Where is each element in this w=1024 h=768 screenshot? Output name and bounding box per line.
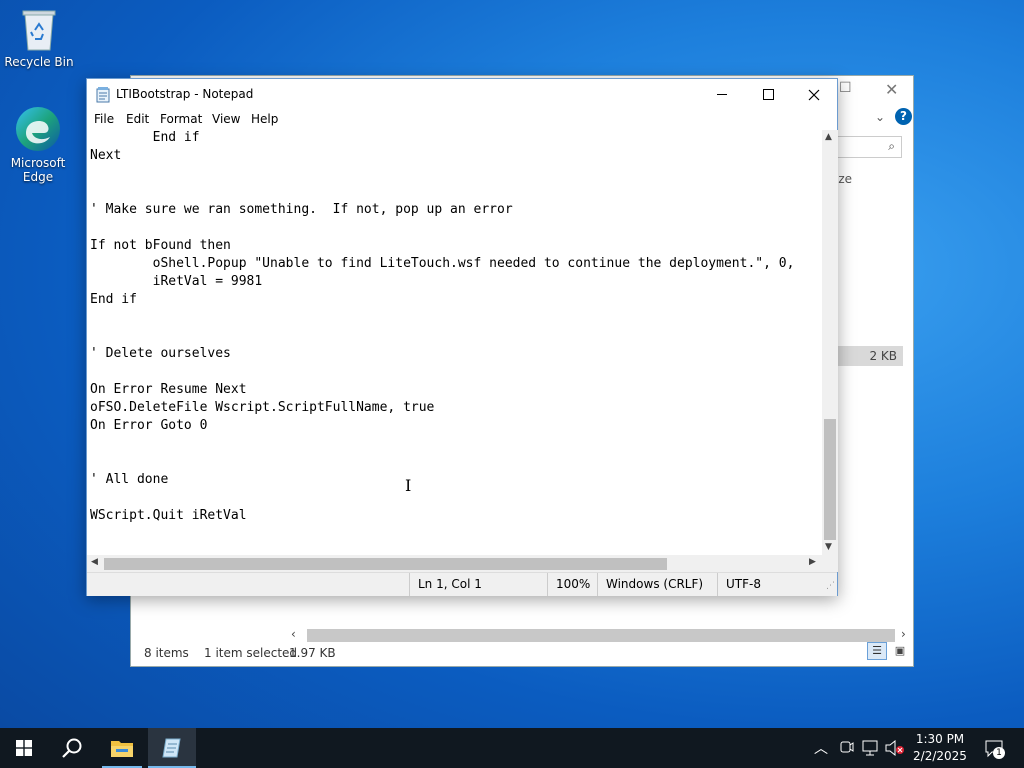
search-icon: ⌕ [888, 139, 895, 153]
vertical-scroll-thumb[interactable] [824, 419, 836, 540]
notification-icon[interactable]: 1 [984, 738, 1005, 762]
title-bar[interactable]: LTIBootstrap - Notepad [87, 79, 837, 110]
recycle-bin-label: Recycle Bin [4, 55, 74, 69]
menu-view[interactable]: View [212, 112, 240, 126]
menu-format[interactable]: Format [160, 112, 202, 126]
vertical-scrollbar[interactable]: ▲ ▼ [822, 130, 838, 555]
text-editor-area[interactable]: End if Next ' Make sure we ran something… [87, 130, 822, 555]
taskbar-notepad[interactable] [148, 728, 196, 768]
status-separator [547, 573, 548, 596]
start-icon [16, 740, 32, 756]
notification-badge: 1 [993, 747, 1005, 759]
explorer-close-icon[interactable]: ✕ [885, 80, 898, 99]
recycle-bin-icon [21, 8, 57, 52]
encoding: UTF-8 [726, 577, 761, 591]
item-count: 8 items [144, 646, 189, 660]
menu-edit[interactable]: Edit [126, 112, 149, 126]
minimize-button[interactable] [699, 79, 745, 110]
clock-date: 2/2/2025 [913, 749, 967, 763]
clock[interactable]: 1:30 PM 2/2/2025 [905, 731, 975, 765]
scroll-right-icon[interactable]: › [901, 627, 906, 641]
details-view-icon[interactable]: ☰ [867, 642, 887, 660]
chevron-up-icon[interactable]: ︿ [814, 738, 828, 758]
close-button[interactable] [791, 79, 837, 110]
explorer-status-bar: 8 items 1 item selected 1.97 KB ☰ ▣ [131, 640, 913, 666]
cursor-position: Ln 1, Col 1 [418, 577, 482, 591]
document-text[interactable]: End if Next ' Make sure we ran something… [87, 130, 822, 525]
notepad-icon [162, 738, 181, 758]
notepad-window[interactable]: LTIBootstrap - Notepad File Edit Format … [86, 78, 838, 596]
desktop-icon-edge[interactable]: Microsoft Edge [1, 105, 75, 184]
resize-grip-icon[interactable]: ⋰ [826, 581, 835, 591]
scroll-right-icon[interactable]: ▶ [809, 557, 816, 567]
text-cursor-icon: I [405, 476, 412, 495]
scroll-left-icon[interactable]: ◀ [91, 557, 98, 567]
selected-file-row[interactable]: 2 KB [835, 346, 903, 366]
status-separator [597, 573, 598, 596]
edge-icon [14, 105, 62, 153]
close-icon [808, 89, 820, 100]
search-button[interactable] [48, 728, 96, 768]
volume-muted-icon[interactable] [885, 739, 905, 760]
desktop-icon-recycle-bin[interactable]: Recycle Bin [2, 8, 76, 69]
menu-file[interactable]: File [94, 112, 114, 126]
large-icons-view-icon[interactable]: ▣ [891, 642, 909, 660]
menu-bar: File Edit Format View Help [87, 110, 837, 130]
zoom-level: 100% [556, 577, 591, 591]
taskbar-file-explorer[interactable] [98, 728, 146, 768]
horizontal-scroll-thumb[interactable] [104, 558, 667, 570]
notepad-app-icon [95, 87, 111, 107]
notepad-status-bar: Ln 1, Col 1 100% Windows (CRLF) UTF-8 ⋰ [87, 572, 837, 596]
selection-size: 1.97 KB [289, 646, 336, 660]
taskbar: ︿ 1:30 PM 2/2/2025 1 [0, 728, 1024, 768]
selection-count: 1 item selected [204, 646, 298, 660]
status-separator [717, 573, 718, 596]
file-explorer-icon [111, 741, 133, 757]
maximize-icon [762, 89, 774, 100]
window-title: LTIBootstrap - Notepad [116, 87, 254, 101]
explorer-maximize-icon[interactable]: ☐ [839, 80, 852, 96]
line-ending: Windows (CRLF) [606, 577, 704, 591]
explorer-expand-ribbon-icon[interactable]: ⌄ [875, 110, 885, 124]
maximize-button[interactable] [745, 79, 791, 110]
start-button[interactable] [0, 728, 48, 768]
edge-label: Microsoft Edge [10, 156, 66, 184]
search-icon [62, 738, 82, 758]
menu-help[interactable]: Help [251, 112, 278, 126]
meet-now-icon[interactable] [840, 739, 854, 759]
help-icon[interactable]: ? [895, 108, 912, 125]
network-icon[interactable] [862, 740, 880, 760]
explorer-search-box[interactable]: ⌕ [836, 136, 902, 158]
scroll-down-icon[interactable]: ▼ [825, 542, 832, 552]
scroll-up-icon[interactable]: ▲ [825, 132, 832, 142]
scrollbar-corner [822, 555, 838, 572]
minimize-icon [717, 94, 727, 95]
status-separator [409, 573, 410, 596]
horizontal-scrollbar[interactable]: ◀ ▶ [87, 555, 822, 572]
scroll-left-icon[interactable]: ‹ [291, 627, 296, 641]
clock-time: 1:30 PM [915, 732, 965, 746]
